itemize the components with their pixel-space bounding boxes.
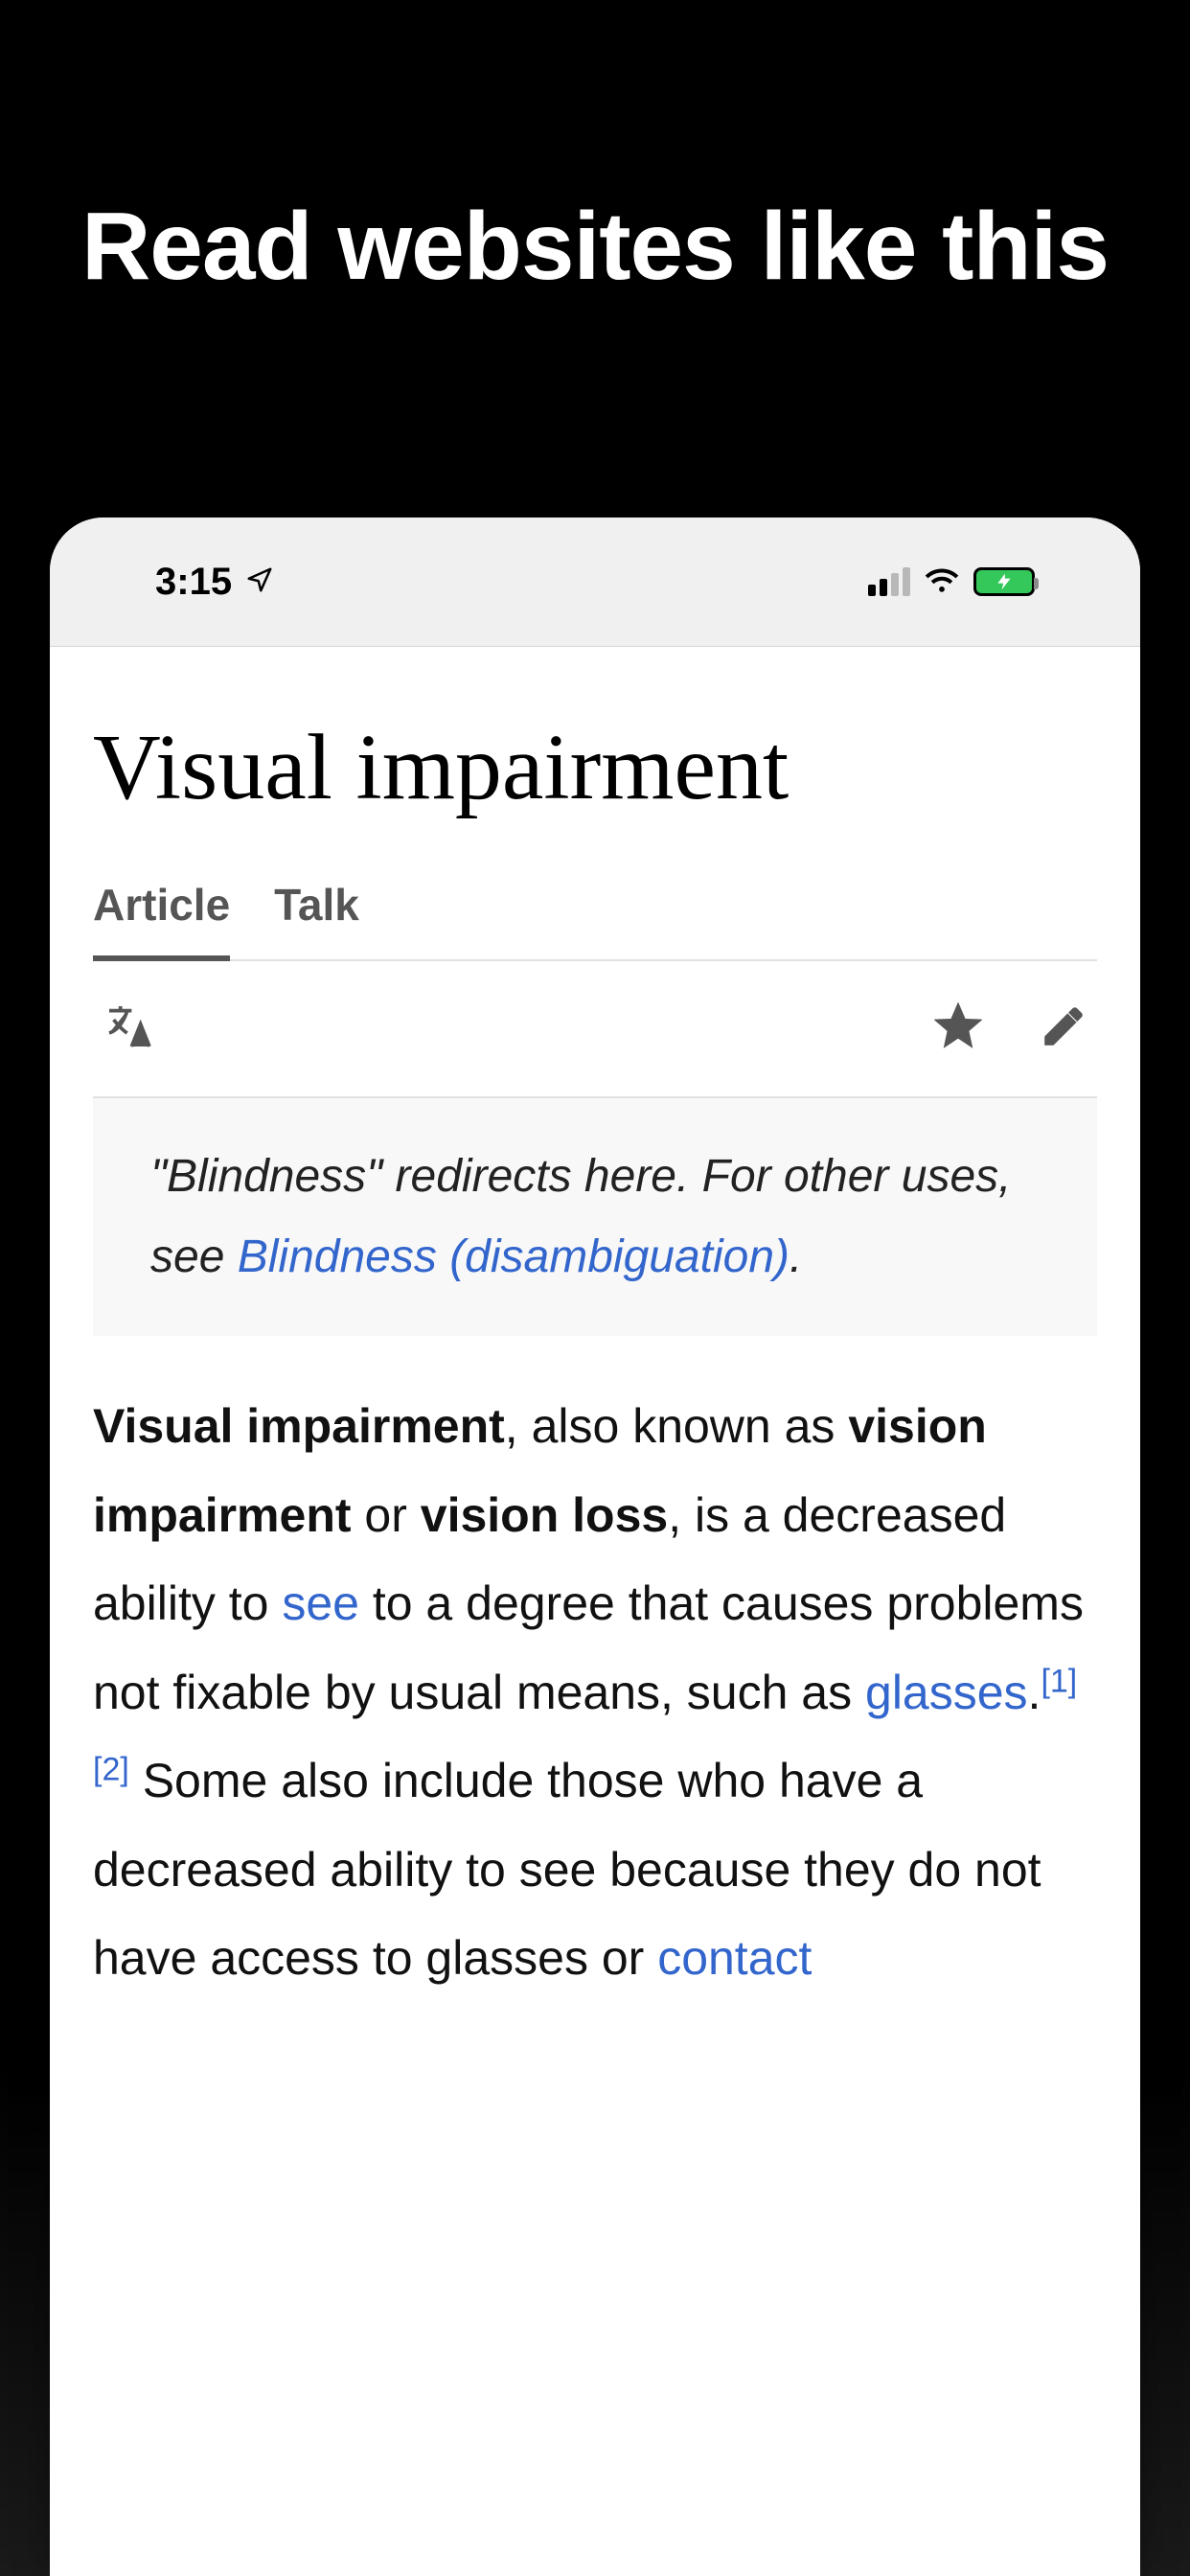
citation-2[interactable]: [2] [93,1751,129,1787]
status-time: 3:15 [155,561,232,604]
link-contact[interactable]: contact [657,1931,812,1985]
phone-frame: 3:15 Visual impairment Article Talk [50,518,1140,2576]
battery-charging-icon [973,567,1035,596]
hatnote-link[interactable]: Blindness (disambiguation) [238,1231,790,1282]
body-text: , also known as [505,1399,849,1453]
tabs: Article Talk [93,879,1097,961]
promo-headline: Read websites like this [0,0,1190,302]
hatnote: "Blindness" redirects here. For other us… [93,1098,1097,1336]
edit-icon[interactable] [1040,1002,1087,1055]
term-visual-impairment: Visual impairment [93,1399,505,1453]
body-text: Some also include those who have a decre… [93,1754,1041,1985]
page-toolbar [93,961,1097,1098]
term-vision-loss: vision loss [421,1488,668,1542]
cellular-signal-icon [868,567,910,596]
location-icon [245,561,274,604]
status-bar: 3:15 [50,518,1140,647]
link-glasses[interactable]: glasses [865,1666,1028,1719]
webpage-content: Visual impairment Article Talk [50,647,1140,2003]
language-icon[interactable] [103,1000,156,1058]
article-body: Visual impairment, also known as vision … [93,1382,1097,2003]
citation-1[interactable]: [1] [1041,1663,1077,1699]
hatnote-suffix: . [790,1231,802,1282]
body-text: . [1028,1666,1041,1719]
tab-talk[interactable]: Talk [274,879,359,959]
body-text: or [352,1488,421,1542]
page-title: Visual impairment [93,647,1097,879]
star-icon[interactable] [934,1002,982,1055]
tab-article[interactable]: Article [93,879,230,961]
wifi-icon [924,562,960,603]
link-see[interactable]: see [282,1576,359,1630]
